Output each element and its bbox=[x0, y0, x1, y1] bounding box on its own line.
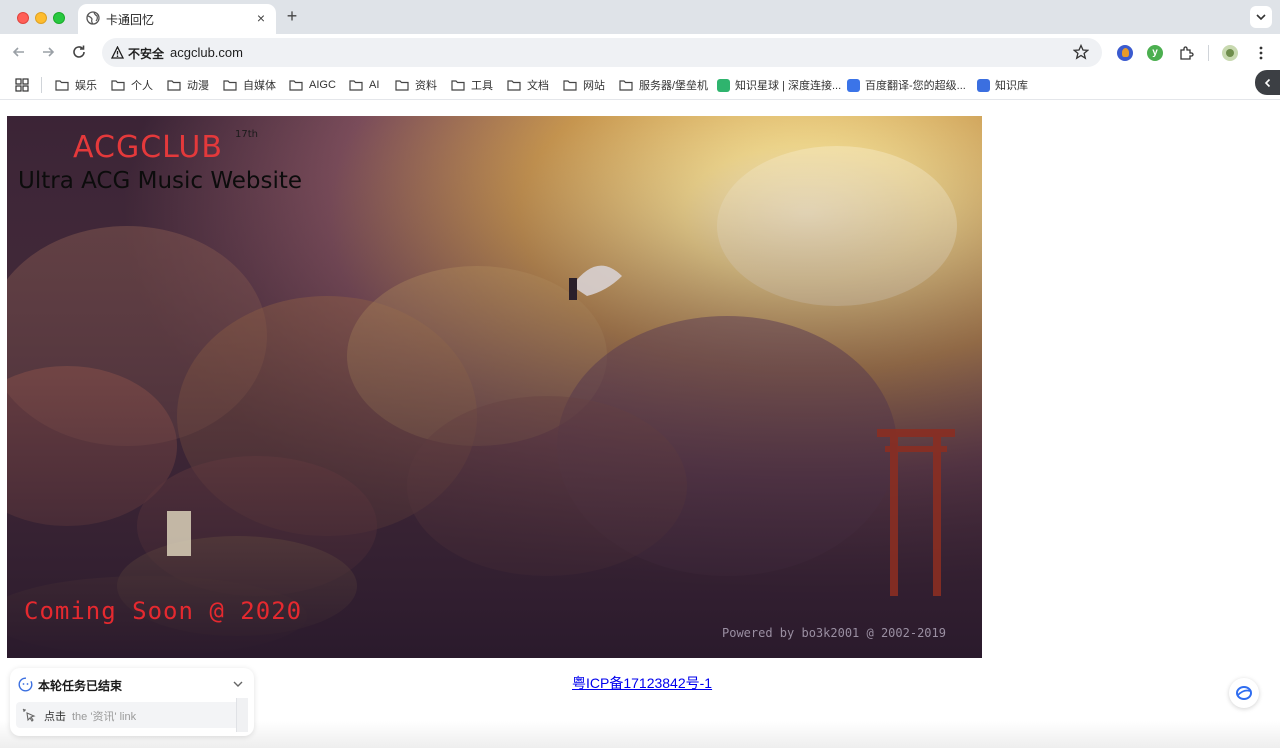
extensions-puzzle-icon[interactable] bbox=[1178, 45, 1194, 61]
bookmark-label: 知识库 bbox=[995, 80, 1028, 92]
extension-y-icon[interactable]: y bbox=[1147, 45, 1163, 61]
folder-icon bbox=[289, 80, 303, 91]
close-window-button[interactable] bbox=[17, 12, 29, 24]
task-step-item: 点击 the '资讯' link bbox=[16, 702, 240, 728]
bookmark-label: AIGC bbox=[309, 79, 336, 91]
autumn-forest-painting bbox=[7, 116, 982, 658]
folder-icon bbox=[349, 80, 363, 91]
bookmark-item[interactable]: 动漫 bbox=[167, 77, 209, 93]
address-bar[interactable]: 不安全 acgclub.com bbox=[102, 38, 1102, 67]
click-cursor-icon bbox=[22, 708, 36, 722]
task-panel-scrollbar[interactable] bbox=[236, 698, 248, 732]
minimize-window-button[interactable] bbox=[35, 12, 47, 24]
bookmark-item[interactable]: 文档 bbox=[507, 77, 549, 93]
powered-by-text: Powered by bo3k2001 @ 2002-2019 bbox=[722, 626, 946, 640]
chevron-down-icon[interactable] bbox=[232, 678, 244, 690]
page-content: ACGCLUB 17th Ultra ACG Music Website Com… bbox=[0, 101, 1280, 748]
task-title: 本轮任务已结束 bbox=[38, 679, 123, 693]
agent-face-icon bbox=[18, 677, 33, 692]
bookmark-star-icon[interactable] bbox=[1073, 44, 1089, 60]
bookmark-label: 文档 bbox=[527, 80, 549, 92]
bookmark-item[interactable]: 个人 bbox=[111, 77, 153, 93]
coming-soon-text: Coming Soon @ 2020 bbox=[24, 597, 303, 625]
bookmark-label: 娱乐 bbox=[75, 80, 97, 92]
more-menu-icon[interactable] bbox=[1253, 45, 1269, 61]
bookmarks-bar: 娱乐 个人 动漫 自媒体 AIGC AI 资料 工具 文档 网站 服务器/堡垒机 知识星球 | 深度连… bbox=[0, 70, 1280, 100]
tab-close-icon[interactable]: × bbox=[254, 11, 268, 25]
icp-license-link[interactable]: 粤ICP备17123842号-1 bbox=[572, 673, 712, 693]
globe-icon bbox=[86, 11, 100, 25]
warning-icon[interactable] bbox=[111, 46, 124, 59]
side-panel-toggle[interactable] bbox=[1255, 70, 1280, 95]
folder-icon bbox=[619, 80, 633, 91]
site-favicon-icon bbox=[717, 78, 730, 92]
bookmark-item[interactable]: 工具 bbox=[451, 77, 493, 93]
bookmark-label: 资料 bbox=[415, 80, 437, 92]
chevron-left-icon bbox=[1264, 78, 1271, 88]
bookmark-item[interactable]: 自媒体 bbox=[223, 77, 276, 93]
task-step-target: the '资讯' link bbox=[72, 711, 137, 723]
folder-icon bbox=[55, 80, 69, 91]
task-status-panel: 本轮任务已结束 点击 the '资讯' link bbox=[10, 668, 254, 736]
bookmark-label: 服务器/堡垒机 bbox=[639, 80, 709, 92]
bookmark-label: 知识星球 | 深度连接... bbox=[735, 80, 842, 92]
hero-superscript: 17th bbox=[235, 129, 258, 140]
bookmark-label: 百度翻译-您的超级... bbox=[865, 80, 966, 92]
browser-toolbar: 不安全 acgclub.com y bbox=[0, 34, 1280, 70]
bookmark-item[interactable]: 网站 bbox=[563, 77, 605, 93]
bookmarks-divider bbox=[41, 77, 42, 93]
tab-search-button[interactable] bbox=[1250, 6, 1272, 28]
folder-icon bbox=[563, 80, 577, 91]
tab-title: 卡通回忆 bbox=[106, 13, 155, 27]
folder-icon bbox=[223, 80, 237, 91]
site-favicon-icon bbox=[847, 78, 860, 92]
tab-strip: 卡通回忆 × + bbox=[0, 0, 1280, 34]
assistant-ring-icon bbox=[1236, 686, 1252, 700]
forward-arrow-icon[interactable] bbox=[40, 44, 56, 60]
extension-avatar-icon[interactable] bbox=[1117, 45, 1133, 61]
folder-icon bbox=[451, 80, 465, 91]
hero-title: ACGCLUB bbox=[73, 130, 223, 165]
bookmark-label: 动漫 bbox=[187, 80, 209, 92]
folder-icon bbox=[395, 80, 409, 91]
reload-icon[interactable] bbox=[71, 44, 87, 60]
maximize-window-button[interactable] bbox=[53, 12, 65, 24]
bookmark-label: 网站 bbox=[583, 80, 605, 92]
bookmark-item[interactable]: 资料 bbox=[395, 77, 437, 93]
folder-icon bbox=[111, 80, 125, 91]
site-favicon-icon bbox=[977, 78, 990, 92]
active-tab[interactable]: 卡通回忆 × bbox=[78, 4, 276, 34]
assistant-floating-button[interactable] bbox=[1229, 678, 1259, 708]
bookmark-item[interactable]: 知识库 bbox=[977, 77, 1028, 93]
toolbar-divider bbox=[1208, 45, 1209, 61]
bookmark-label: 自媒体 bbox=[243, 80, 276, 92]
new-tab-icon[interactable]: + bbox=[284, 7, 300, 25]
hero-banner-image: ACGCLUB 17th Ultra ACG Music Website Com… bbox=[7, 116, 982, 658]
bookmark-item[interactable]: AI bbox=[349, 77, 379, 93]
bookmark-label: 工具 bbox=[471, 80, 493, 92]
security-label[interactable]: 不安全 bbox=[128, 45, 164, 62]
bookmark-item[interactable]: 百度翻译-您的超级... bbox=[847, 77, 966, 93]
bookmark-item[interactable]: AIGC bbox=[289, 77, 336, 93]
chevron-down-icon bbox=[1256, 14, 1266, 21]
bookmark-item[interactable]: 娱乐 bbox=[55, 77, 97, 93]
folder-icon bbox=[167, 80, 181, 91]
hero-subtitle: Ultra ACG Music Website bbox=[18, 168, 303, 194]
bookmark-item[interactable]: 服务器/堡垒机 bbox=[619, 77, 708, 93]
apps-grid-icon[interactable] bbox=[15, 78, 29, 92]
profile-avatar[interactable] bbox=[1222, 45, 1238, 61]
bookmark-item[interactable]: 知识星球 | 深度连接... bbox=[717, 77, 841, 93]
task-step-verb: 点击 bbox=[44, 711, 66, 723]
url-text[interactable]: acgclub.com bbox=[170, 45, 243, 60]
bookmark-label: 个人 bbox=[131, 80, 153, 92]
back-arrow-icon[interactable] bbox=[11, 44, 27, 60]
bookmark-label: AI bbox=[369, 79, 380, 91]
folder-icon bbox=[507, 80, 521, 91]
